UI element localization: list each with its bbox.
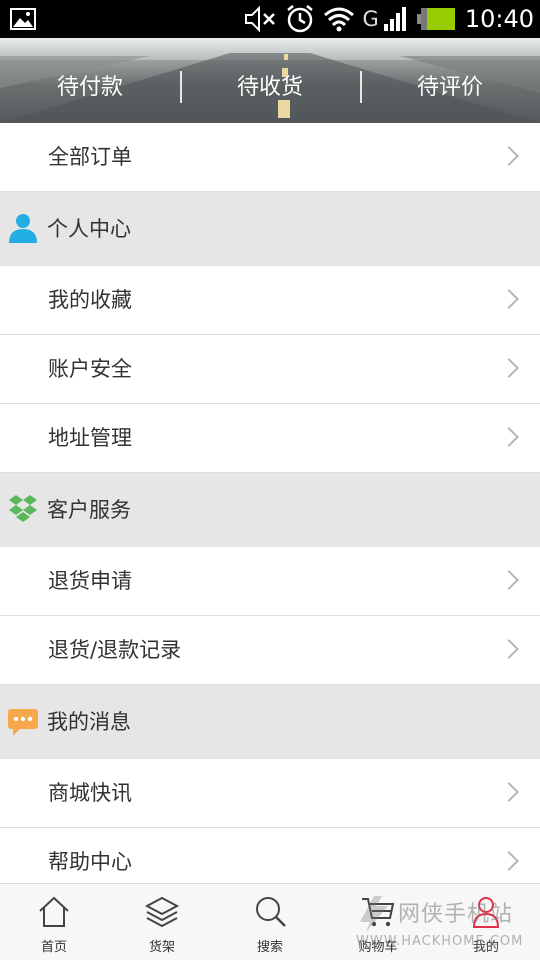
section-title: 客户服务 <box>47 498 131 522</box>
list-item-mall-news[interactable]: 商城快讯 <box>0 759 540 828</box>
person-icon <box>9 214 37 243</box>
dropbox-icon <box>9 495 37 522</box>
mute-icon <box>244 5 275 33</box>
list-item-all-orders[interactable]: 全部订单 <box>0 123 540 192</box>
list-item-label: 地址管理 <box>48 426 132 450</box>
bottom-nav: 首页 货架 搜索 购物车 我的 <box>0 883 540 960</box>
tab-pending-review[interactable]: 待评价 <box>360 53 540 123</box>
order-tabs: 待付款 待收货 待评价 <box>0 53 540 123</box>
chevron-right-icon <box>499 570 519 590</box>
nav-label: 购物车 <box>358 940 398 955</box>
menu-list: 全部订单 个人中心 我的收藏 账户安全 地址管理 客户服务 退货申请 退货/退款… <box>0 123 540 897</box>
cart-icon <box>362 898 395 927</box>
chevron-right-icon <box>499 427 519 447</box>
section-title: 我的消息 <box>47 710 131 734</box>
chevron-right-icon <box>499 782 519 802</box>
nav-label: 搜索 <box>256 940 283 955</box>
section-title: 个人中心 <box>47 217 131 241</box>
chat-icon <box>8 709 38 736</box>
battery-icon <box>416 8 455 30</box>
tab-pending-receipt[interactable]: 待收货 <box>180 53 360 123</box>
list-item-return-request[interactable]: 退货申请 <box>0 547 540 616</box>
home-icon <box>39 896 69 927</box>
signal-icon <box>383 7 406 31</box>
list-item-label: 我的收藏 <box>48 288 132 312</box>
nav-cart[interactable]: 购物车 <box>324 884 432 960</box>
section-customer-service: 客户服务 <box>0 473 540 547</box>
nav-label: 首页 <box>40 940 67 955</box>
network-type: G <box>362 7 379 31</box>
clock-time: 10:40 <box>464 5 534 33</box>
layers-icon <box>144 896 180 928</box>
list-item-label: 退货/退款记录 <box>48 638 182 662</box>
chevron-right-icon <box>499 358 519 378</box>
tab-pending-payment[interactable]: 待付款 <box>0 53 180 123</box>
user-icon <box>472 897 500 928</box>
nav-mine[interactable]: 我的 <box>432 884 540 960</box>
search-icon <box>256 897 286 927</box>
list-item-refund-records[interactable]: 退货/退款记录 <box>0 616 540 685</box>
nav-home[interactable]: 首页 <box>0 884 108 960</box>
order-status-banner: 待付款 待收货 待评价 <box>0 38 540 123</box>
image-icon <box>10 8 36 30</box>
nav-shelf[interactable]: 货架 <box>108 884 216 960</box>
list-item-label: 退货申请 <box>48 569 132 593</box>
section-my-messages: 我的消息 <box>0 685 540 759</box>
chevron-right-icon <box>499 639 519 659</box>
list-item-label: 全部订单 <box>48 145 132 169</box>
list-item-favorites[interactable]: 我的收藏 <box>0 266 540 335</box>
status-bar: G 10:40 <box>0 0 540 38</box>
section-personal-center: 个人中心 <box>0 192 540 266</box>
list-item-account-security[interactable]: 账户安全 <box>0 335 540 404</box>
list-item-label: 商城快讯 <box>48 781 132 805</box>
nav-search[interactable]: 搜索 <box>216 884 324 960</box>
list-item-address-management[interactable]: 地址管理 <box>0 404 540 473</box>
alarm-icon <box>286 5 313 33</box>
nav-label: 我的 <box>472 940 499 955</box>
nav-label: 货架 <box>148 940 175 955</box>
chevron-right-icon <box>499 851 519 871</box>
wifi-icon <box>323 7 354 32</box>
chevron-right-icon <box>499 289 519 309</box>
chevron-right-icon <box>499 146 519 166</box>
list-item-label: 账户安全 <box>48 357 132 381</box>
